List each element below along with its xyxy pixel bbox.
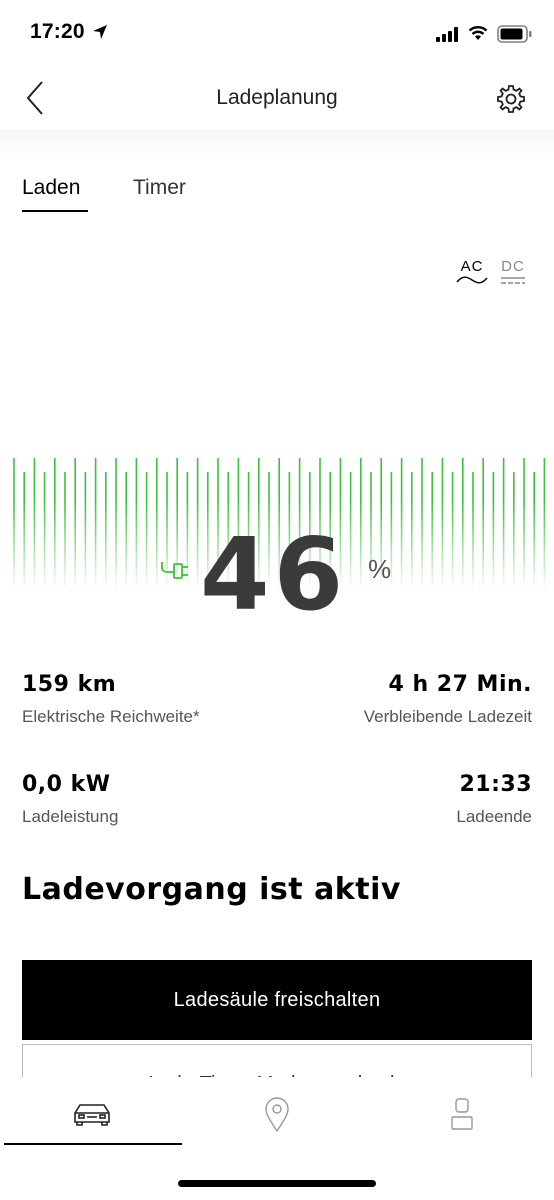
tab-timer[interactable]: Timer [133, 176, 186, 200]
navigation-bar: Ladeplanung [0, 66, 554, 132]
car-icon[interactable] [72, 1101, 112, 1127]
tab-laden-label: Laden [22, 176, 81, 199]
charging-power-value: 0,0 kW [22, 772, 111, 797]
cellular-signal-icon [436, 27, 458, 42]
status-bar: 17:20 [0, 0, 554, 66]
home-indicator [178, 1180, 376, 1187]
ac-toggle[interactable]: AC [456, 258, 488, 285]
page-title: Ladeplanung [216, 86, 338, 109]
range-stat: 159 km Elektrische Reichweite* [22, 672, 200, 727]
gear-icon[interactable] [496, 84, 526, 114]
active-tab-indicator-bottom [4, 1143, 182, 1145]
remaining-time-stat: 4 h 27 Min. Verbleibende Ladezeit [364, 672, 532, 727]
ac-label: AC [460, 258, 484, 275]
wifi-icon [468, 26, 488, 40]
tab-laden[interactable]: Laden [22, 176, 88, 212]
status-time: 17:20 [30, 20, 85, 43]
dc-toggle[interactable]: DC [500, 258, 526, 285]
charge-end-label: Ladeende [456, 807, 532, 826]
bottom-tab-bar [0, 1077, 554, 1200]
remaining-time-value: 4 h 27 Min. [388, 672, 532, 697]
charging-status-heading: Ladevorgang ist aktiv [22, 872, 401, 907]
user-icon[interactable] [450, 1097, 474, 1131]
charge-percentage: 46 [200, 516, 348, 633]
state-of-charge: 46 % [0, 516, 554, 633]
unlock-charger-button[interactable]: Ladesäule freischalten [22, 960, 532, 1040]
header-shadow [0, 130, 554, 160]
active-tab-indicator [22, 210, 88, 212]
remaining-time-label: Verbleibende Ladezeit [363, 707, 532, 726]
charge-end-stat: 21:33 Ladeende [456, 772, 532, 827]
percent-unit: % [368, 554, 392, 584]
range-value: 159 km [22, 672, 117, 697]
dc-label: DC [501, 258, 525, 275]
charge-end-value: 21:33 [459, 772, 532, 797]
plug-icon [161, 562, 188, 579]
dc-lines-icon [501, 277, 525, 284]
location-pin-icon[interactable] [264, 1097, 290, 1133]
ac-wave-icon [456, 276, 488, 284]
battery-icon [497, 25, 532, 43]
range-label: Elektrische Reichweite* [22, 707, 200, 726]
tab-timer-label: Timer [133, 176, 186, 199]
charging-power-label: Ladeleistung [22, 807, 119, 826]
charging-power-stat: 0,0 kW Ladeleistung [22, 772, 118, 827]
location-arrow-icon [93, 25, 107, 39]
